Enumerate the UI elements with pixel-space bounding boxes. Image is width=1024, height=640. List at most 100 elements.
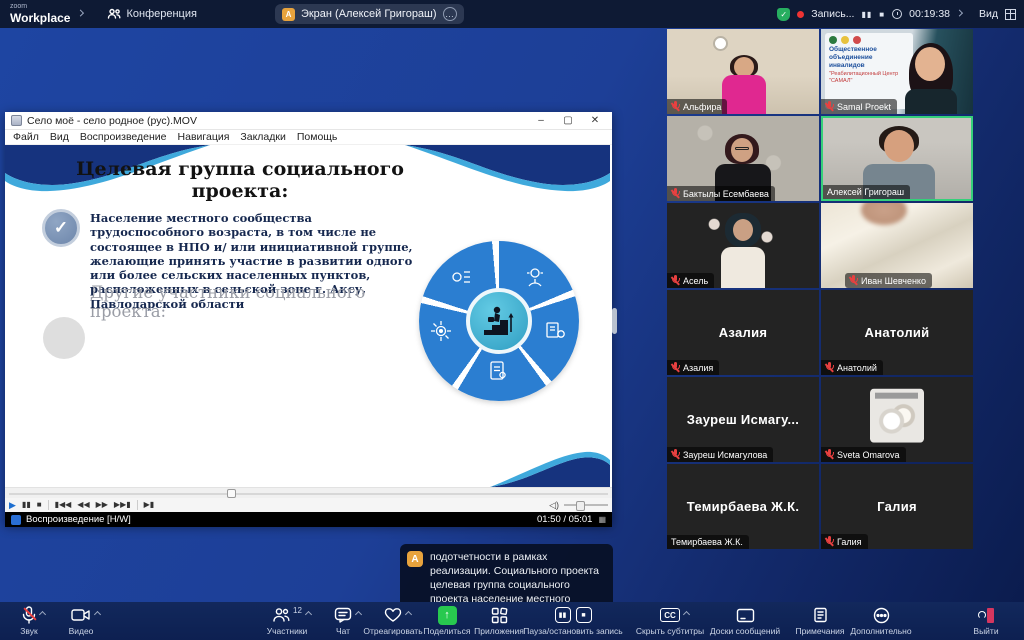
seek-thumb[interactable]: [227, 489, 236, 498]
logo-zoom-text: zoom: [10, 3, 70, 10]
stop-record-icon[interactable]: ■: [576, 607, 592, 623]
volume-controls: ◁): [549, 500, 608, 511]
react-chevron[interactable]: [405, 611, 412, 618]
tab-conference[interactable]: Конференция: [107, 8, 196, 20]
participant-tile[interactable]: Иван Шевченко: [821, 203, 973, 288]
window-scrollbar-fragment[interactable]: [612, 308, 617, 334]
org-name-text: Общественное объединение инвалидов: [829, 46, 909, 69]
slide-title: Целевая группа социального проекта:: [75, 159, 405, 203]
video-canvas[interactable]: Целевая группа социального проекта: ✓ На…: [5, 145, 610, 487]
share-screen-icon: ↑: [438, 606, 457, 625]
participant-name-label: Бактылы Есембаева: [667, 186, 775, 201]
participants-count-badge: 12: [293, 606, 302, 615]
video-options-chevron[interactable]: [94, 611, 101, 618]
menu-bookmarks[interactable]: Закладки: [240, 131, 285, 143]
video-button[interactable]: Видео: [46, 605, 116, 636]
participant-tile[interactable]: Бактылы Есембаева: [667, 116, 819, 201]
participant-tile[interactable]: Азалия Азалия: [667, 290, 819, 375]
seek-bar[interactable]: [5, 487, 612, 498]
tab-options-icon[interactable]: …: [443, 7, 457, 21]
leave-icon: [978, 608, 994, 623]
participant-tile[interactable]: Общественное объединение инвалидов "Реаб…: [821, 29, 973, 114]
muted-mic-icon: [825, 536, 834, 547]
whiteboard-icon: [736, 608, 755, 623]
muted-mic-icon: [825, 362, 834, 373]
leave-button[interactable]: Выйти: [956, 605, 1016, 636]
logo-workplace-text: Workplace: [10, 11, 70, 25]
menu-navigation[interactable]: Навигация: [178, 131, 230, 143]
pause-record-icon[interactable]: ▮▮: [555, 607, 571, 623]
security-shield-icon[interactable]: ✓: [777, 8, 790, 21]
participant-name-label: Samal Proekt: [821, 99, 897, 114]
muted-mic-icon: [671, 449, 680, 460]
participant-tile[interactable]: Темирбаева Ж.К. Темирбаева Ж.К.: [667, 464, 819, 549]
captions-button[interactable]: CC Скрыть субтитры: [630, 605, 710, 636]
tab-screen-share[interactable]: A Экран (Алексей Григораш) …: [275, 4, 464, 24]
view-grid-icon[interactable]: [1005, 9, 1016, 20]
muted-mic-icon: [825, 449, 834, 460]
muted-mic-icon: [671, 188, 680, 199]
participant-gallery: Альфира Общественное объединение инвалид…: [667, 29, 973, 550]
recording-dot-icon: [797, 11, 804, 18]
participant-tile[interactable]: Анатолий Анатолий: [821, 290, 973, 375]
more-button[interactable]: Дополнительно: [838, 605, 924, 636]
pause-button[interactable]: ▮▮: [22, 501, 31, 509]
play-button[interactable]: ▶: [9, 501, 16, 510]
participant-name-label: Темирбаева Ж.К.: [667, 535, 749, 549]
more-ellipsis-icon: [873, 607, 890, 624]
slide-bullet-placeholder: [43, 317, 85, 359]
frame-step-button[interactable]: ▶▮: [144, 501, 155, 509]
muted-mic-icon: [671, 362, 680, 373]
participant-tile-active-speaker[interactable]: Алексей Григораш: [821, 116, 973, 201]
audio-options-chevron[interactable]: [39, 611, 46, 618]
previous-button[interactable]: ▮◀◀: [55, 501, 72, 509]
slide-wave-decoration: [405, 145, 610, 199]
timer-chevron-icon[interactable]: [956, 9, 963, 16]
menu-file[interactable]: Файл: [13, 131, 39, 143]
participant-tile[interactable]: Альфира: [667, 29, 819, 114]
muted-mic-icon: [825, 101, 834, 112]
whiteboards-button[interactable]: Доски сообщений: [702, 605, 788, 636]
player-title-bar[interactable]: Село моё - село родное (рус).MOV – ▢ ✕: [5, 112, 612, 130]
meeting-timer: 00:19:38: [909, 8, 950, 20]
view-label[interactable]: Вид: [979, 8, 998, 20]
close-button[interactable]: ✕: [584, 115, 606, 126]
playback-status: Воспроизведение [H/W]: [26, 514, 131, 525]
apps-icon: [491, 607, 508, 624]
maximize-button[interactable]: ▢: [557, 115, 579, 126]
captions-chevron[interactable]: [683, 611, 690, 618]
wheel-center-icon: [466, 288, 532, 354]
participant-tile[interactable]: Галия Галия: [821, 464, 973, 549]
zoom-workplace-logo: zoom Workplace: [10, 3, 70, 26]
menu-view[interactable]: Вид: [50, 131, 69, 143]
stop-button[interactable]: ■: [37, 501, 42, 509]
muted-mic-icon: [671, 101, 680, 112]
player-window-title: Село моё - село родное (рус).MOV: [27, 115, 525, 127]
gear-list-icon: [449, 265, 473, 289]
pause-stop-recording-button[interactable]: ▮▮ ■ Пауза/остановить запись: [518, 605, 628, 636]
volume-slider[interactable]: [564, 504, 608, 506]
minimize-button[interactable]: –: [530, 115, 552, 126]
controls-divider: [137, 500, 138, 510]
checkmark-icon: ✓: [42, 209, 80, 247]
tab-screen-share-label: Экран (Алексей Григораш): [301, 8, 437, 20]
org-logos: [829, 36, 909, 44]
menu-help[interactable]: Помощь: [297, 131, 338, 143]
clock-icon: [892, 9, 902, 19]
idea-person-icon: [523, 265, 547, 289]
rewind-button[interactable]: ◀◀: [77, 501, 89, 509]
next-button[interactable]: ▶▶▮: [114, 501, 131, 509]
stop-recording-icon[interactable]: ■: [879, 10, 885, 19]
participant-tile[interactable]: Асель: [667, 203, 819, 288]
forward-button[interactable]: ▶▶: [96, 501, 108, 509]
participant-name-label: Асель: [667, 273, 714, 288]
participant-tile[interactable]: Sveta Omarova: [821, 377, 973, 462]
workspace-chevron-icon[interactable]: [77, 9, 84, 16]
heart-icon: [384, 607, 402, 623]
menu-playback[interactable]: Воспроизведение: [80, 131, 167, 143]
participant-tile[interactable]: Зауреш Исмагу... Зауреш Исмагулова: [667, 377, 819, 462]
pause-recording-icon[interactable]: ▮▮: [861, 10, 872, 19]
speaker-icon[interactable]: ◁): [549, 500, 559, 511]
slide-wheel-diagram: [419, 241, 579, 401]
caption-speaker-avatar: A: [407, 551, 423, 567]
